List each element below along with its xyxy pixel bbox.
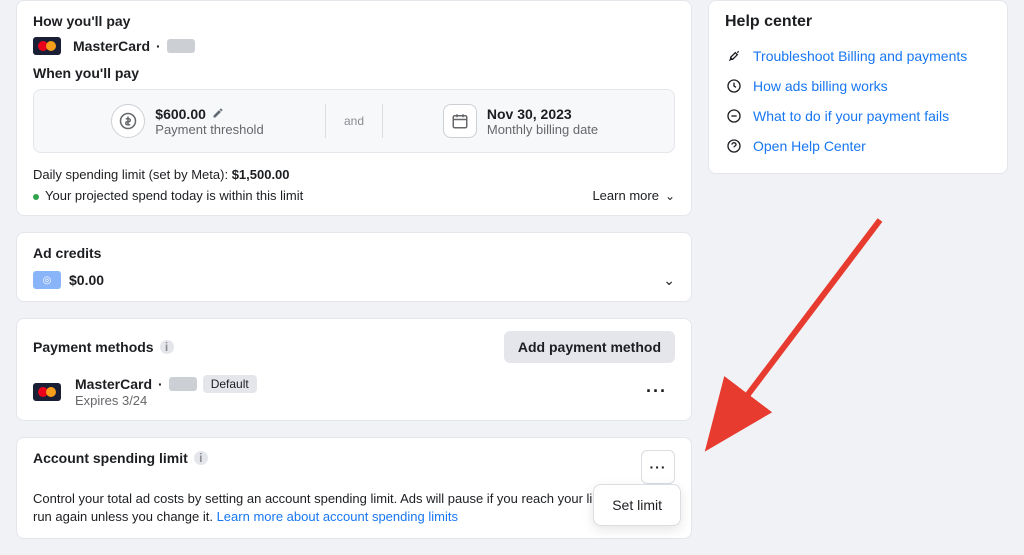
edit-threshold-icon[interactable] — [212, 106, 224, 122]
calendar-icon — [725, 77, 743, 95]
account-spending-limit-card: Account spending limit i ··· Control you… — [16, 437, 692, 539]
calendar-icon — [443, 104, 477, 138]
mastercard-icon — [33, 383, 61, 401]
credit-icon: ◎ — [33, 271, 61, 289]
how-you-pay-title: How you'll pay — [33, 13, 675, 29]
pm-sep: · — [158, 376, 163, 392]
pm-last4-masked — [169, 377, 197, 391]
help-item-label: How ads billing works — [753, 78, 888, 94]
when-you-pay-title: When you'll pay — [33, 65, 675, 81]
help-payment-fails-link[interactable]: What to do if your payment fails — [725, 101, 991, 131]
card-separator: · — [156, 38, 161, 54]
daily-limit-status: Your projected spend today is within thi… — [33, 188, 303, 203]
daily-limit-line: Daily spending limit (set by Meta): $1,5… — [33, 167, 675, 182]
help-center-title: Help center — [725, 13, 991, 31]
daily-limit-status-text: Your projected spend today is within thi… — [45, 188, 303, 203]
asl-learn-more-link[interactable]: Learn more about account spending limits — [217, 509, 458, 524]
daily-limit-prefix: Daily spending limit (set by Meta): — [33, 167, 232, 182]
card-last4-masked — [167, 39, 195, 53]
primary-payment-method: MasterCard · — [33, 37, 675, 55]
status-dot-icon — [33, 194, 39, 200]
learn-more-toggle[interactable]: Learn more ⌄ — [592, 188, 675, 203]
threshold-value: $600.00 — [155, 106, 206, 122]
help-troubleshoot-link[interactable]: Troubleshoot Billing and payments — [725, 41, 991, 71]
help-item-label: Open Help Center — [753, 138, 866, 154]
account-spending-limit-desc: Control your total ad costs by setting a… — [33, 490, 675, 526]
mastercard-icon — [33, 37, 61, 55]
info-icon[interactable]: i — [160, 340, 174, 354]
ad-credits-amount: $0.00 — [69, 272, 104, 288]
threshold-label: Payment threshold — [155, 122, 263, 137]
set-limit-popover[interactable]: Set limit — [593, 484, 681, 526]
info-icon[interactable]: i — [194, 451, 208, 465]
daily-limit-value: $1,500.00 — [232, 167, 290, 182]
tools-icon — [725, 47, 743, 65]
billing-date-value: Nov 30, 2023 — [487, 106, 598, 122]
minus-circle-icon — [725, 107, 743, 125]
question-circle-icon — [725, 137, 743, 155]
payment-methods-title: Payment methods — [33, 339, 154, 355]
payment-methods-card: Payment methods i Add payment method Mas… — [16, 318, 692, 421]
chevron-down-icon: ⌄ — [665, 189, 675, 203]
account-spending-limit-title: Account spending limit — [33, 450, 188, 466]
billing-summary-card: How you'll pay MasterCard · When you'll … — [16, 0, 692, 216]
pm-expires: Expires 3/24 — [75, 393, 257, 408]
add-payment-method-button[interactable]: Add payment method — [504, 331, 675, 363]
expand-ad-credits-icon[interactable]: ⌄ — [663, 272, 675, 289]
card-brand: MasterCard — [73, 38, 150, 54]
help-item-label: Troubleshoot Billing and payments — [753, 48, 967, 64]
learn-more-label: Learn more — [592, 188, 658, 203]
when-you-pay-box: $600.00 Payment threshold and Nov — [33, 89, 675, 153]
help-item-label: What to do if your payment fails — [753, 108, 949, 124]
default-badge: Default — [203, 375, 257, 393]
ad-credits-title: Ad credits — [33, 245, 675, 261]
dollar-icon — [111, 104, 145, 138]
and-divider: and — [325, 104, 383, 138]
help-how-billing-works-link[interactable]: How ads billing works — [725, 71, 991, 101]
help-open-center-link[interactable]: Open Help Center — [725, 131, 991, 161]
payment-method-more-button[interactable]: ··· — [638, 377, 675, 406]
pm-brand: MasterCard — [75, 376, 152, 392]
ad-credits-card: Ad credits ◎ $0.00 ⌄ — [16, 232, 692, 302]
billing-date-label: Monthly billing date — [487, 122, 598, 137]
help-center-card: Help center Troubleshoot Billing and pay… — [708, 0, 1008, 174]
account-spending-limit-more-button[interactable]: ··· — [641, 450, 675, 484]
